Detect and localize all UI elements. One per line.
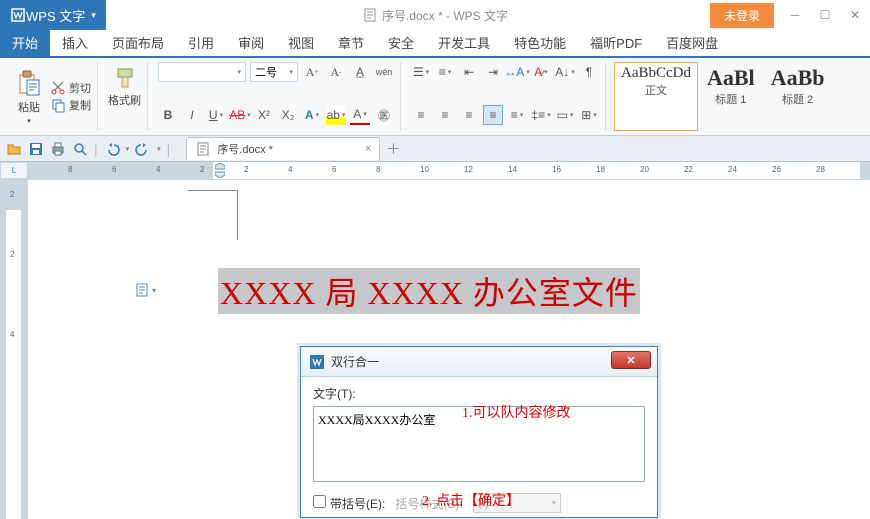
borders-button[interactable]: ⊞: [579, 105, 599, 125]
indent-marker-icon[interactable]: [215, 163, 225, 178]
char-scale-button[interactable]: ↔A: [507, 62, 527, 82]
line-spacing-button[interactable]: ‡≡: [531, 105, 551, 125]
preview-icon[interactable]: [72, 141, 88, 157]
chevron-down-icon: ▾: [91, 10, 96, 21]
ribbon-tab-9[interactable]: 特色功能: [502, 28, 578, 56]
crop-mark: [188, 190, 238, 240]
save-icon[interactable]: [28, 141, 44, 157]
brackets-checkbox[interactable]: 带括号(E):: [313, 495, 385, 512]
dialog-title-bar[interactable]: 双行合一 ✕: [301, 347, 657, 377]
open-icon[interactable]: [6, 141, 22, 157]
change-case-button[interactable]: A̲: [350, 62, 370, 82]
text-label: 文字(T):: [313, 385, 645, 402]
subscript-button[interactable]: X₂: [278, 105, 298, 125]
style-item-2[interactable]: AaBb标题 2: [764, 62, 832, 131]
ribbon-tab-7[interactable]: 安全: [376, 28, 426, 56]
align-right-button[interactable]: ≡: [459, 105, 479, 125]
document-selected-text[interactable]: XXXX 局 XXXX 办公室文件: [218, 268, 640, 314]
underline-button[interactable]: U: [206, 105, 226, 125]
align-center-button[interactable]: ≡: [435, 105, 455, 125]
undo-button[interactable]: [104, 141, 120, 157]
app-menu[interactable]: WPS 文字 ▾: [0, 0, 106, 30]
brush-icon: [112, 66, 138, 92]
clear-format-button[interactable]: A̷: [531, 62, 551, 82]
shrink-font-button[interactable]: A-: [326, 62, 346, 82]
tab-close-button[interactable]: ×: [365, 143, 371, 155]
align-left-button[interactable]: ≡: [411, 105, 431, 125]
maximize-button[interactable]: ☐: [810, 2, 840, 28]
increase-indent-button[interactable]: ⇥: [483, 62, 503, 82]
redo-button[interactable]: [135, 141, 151, 157]
ribbon: 粘贴▾ 剪切 复制 格式刷 ▾ 二号▾ A+ A- A̲ wén: [0, 58, 870, 136]
text-effect-button[interactable]: A: [302, 105, 322, 125]
ribbon-tab-10[interactable]: 福昕PDF: [578, 28, 654, 56]
enclose-char-button[interactable]: ㊩: [374, 105, 394, 125]
ribbon-tab-3[interactable]: 引用: [176, 28, 226, 56]
ribbon-tab-4[interactable]: 审阅: [226, 28, 276, 56]
doc-icon: [362, 7, 378, 23]
dialog-body: 文字(T):: [301, 377, 657, 489]
doc-icon: [134, 282, 150, 298]
doc-icon: [195, 141, 211, 157]
minimize-button[interactable]: ─: [780, 2, 810, 28]
paste-icon: [16, 69, 42, 97]
highlight-button[interactable]: ab: [326, 105, 346, 125]
font-name-select[interactable]: ▾: [158, 62, 246, 82]
copy-button[interactable]: 复制: [50, 97, 91, 113]
copy-icon: [50, 97, 66, 113]
scissors-icon: [50, 80, 66, 96]
wps-icon: [309, 354, 325, 370]
title-bar-right: 未登录 ─ ☐ ✕: [710, 2, 870, 28]
title-bar: WPS 文字 ▾ 序号.docx * - WPS 文字 未登录 ─ ☐ ✕: [0, 0, 870, 30]
ribbon-tab-8[interactable]: 开发工具: [426, 28, 502, 56]
ribbon-tab-11[interactable]: 百度网盘: [654, 28, 730, 56]
show-marks-button[interactable]: ¶: [579, 62, 599, 82]
paragraph-widget[interactable]: ▾: [134, 282, 156, 298]
hruler[interactable]: 8642246810121416182022242628: [28, 162, 870, 179]
cut-button[interactable]: 剪切: [50, 80, 91, 96]
sort-button[interactable]: A↓: [555, 62, 575, 82]
app-name: WPS 文字: [26, 6, 85, 25]
font-size-select[interactable]: 二号▾: [250, 62, 298, 82]
annotation-1: 1.可以队内容修改: [462, 402, 571, 422]
grow-font-button[interactable]: A+: [302, 62, 322, 82]
ribbon-tab-0[interactable]: 开始: [0, 28, 50, 56]
print-icon[interactable]: [50, 141, 66, 157]
numbering-button[interactable]: ≡: [435, 62, 455, 82]
ribbon-tab-6[interactable]: 章节: [326, 28, 376, 56]
justify-button[interactable]: ≡: [483, 105, 503, 125]
document-tab[interactable]: 序号.docx * ×: [186, 137, 380, 160]
italic-button[interactable]: I: [182, 105, 202, 125]
paste-button[interactable]: 粘贴▾: [12, 67, 46, 127]
new-tab-button[interactable]: ＋: [386, 139, 400, 159]
ruler-vertical[interactable]: 224: [0, 180, 28, 519]
style-gallery: AaBbCcDd正文AaBl标题 1AaBb标题 2: [614, 62, 831, 131]
phonetic-guide-button[interactable]: wén: [374, 62, 394, 82]
font-color-button[interactable]: A: [350, 105, 370, 125]
format-painter-button[interactable]: 格式刷: [108, 62, 141, 108]
wps-icon: [10, 7, 26, 23]
ruler-corner[interactable]: L: [0, 162, 28, 179]
ribbon-tab-5[interactable]: 视图: [276, 28, 326, 56]
style-item-1[interactable]: AaBl标题 1: [700, 62, 762, 131]
strikethrough-button[interactable]: AB: [230, 105, 250, 125]
close-button[interactable]: ✕: [840, 2, 870, 28]
ribbon-tabs: 开始插入页面布局引用审阅视图章节安全开发工具特色功能福昕PDF百度网盘: [0, 30, 870, 58]
style-item-0[interactable]: AaBbCcDd正文: [614, 62, 698, 131]
bullets-button[interactable]: ☰: [411, 62, 431, 82]
dialog-close-button[interactable]: ✕: [611, 351, 651, 369]
shading-button[interactable]: ▭: [555, 105, 575, 125]
ruler-horizontal: L 8642246810121416182022242628: [0, 162, 870, 180]
tab-strip: 序号.docx * × ＋: [186, 137, 400, 160]
superscript-button[interactable]: X²: [254, 105, 274, 125]
window-title: 序号.docx * - WPS 文字: [362, 7, 508, 24]
decrease-indent-button[interactable]: ⇤: [459, 62, 479, 82]
quick-access-toolbar: | ▾ ▾ | 序号.docx * × ＋: [0, 136, 870, 162]
bold-button[interactable]: B: [158, 105, 178, 125]
ribbon-tab-1[interactable]: 插入: [50, 28, 100, 56]
login-button[interactable]: 未登录: [710, 3, 774, 28]
annotation-2: 2. 点击【确定】: [422, 490, 520, 510]
distribute-button[interactable]: ≡: [507, 105, 527, 125]
ribbon-tab-2[interactable]: 页面布局: [100, 28, 176, 56]
